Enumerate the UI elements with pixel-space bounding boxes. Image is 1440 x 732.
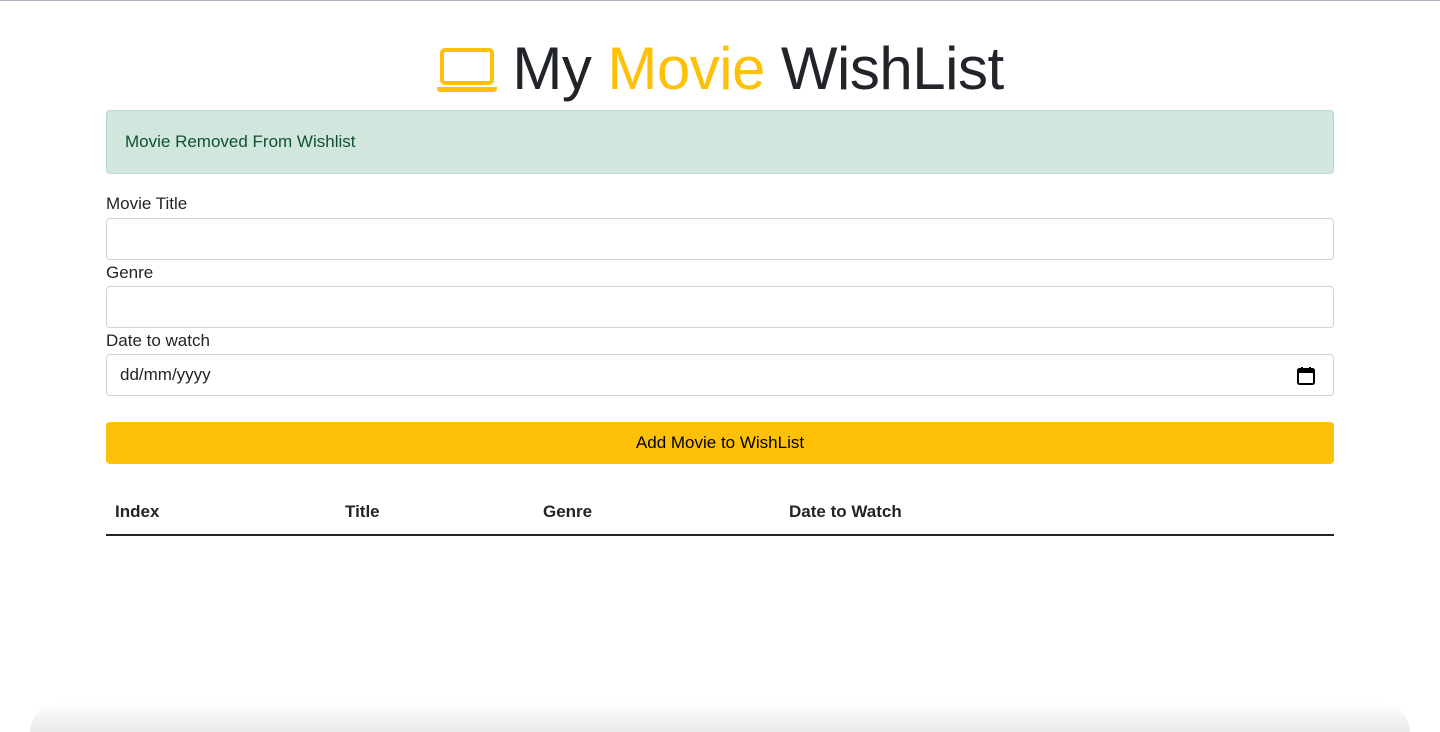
window-top-border: [0, 0, 1440, 1]
page-title: My Movie WishList: [106, 28, 1334, 108]
title-word-my: My: [512, 34, 592, 102]
column-header-date: Date to Watch: [789, 502, 902, 521]
success-alert: Movie Removed From Wishlist: [106, 110, 1334, 174]
column-header-genre: Genre: [543, 502, 593, 521]
genre-input[interactable]: [106, 286, 1334, 328]
date-input[interactable]: dd/mm/yyyy: [106, 354, 1334, 396]
window-bottom-shadow: [30, 702, 1410, 732]
date-placeholder: dd/mm/yyyy: [120, 365, 211, 384]
add-movie-button[interactable]: Add Movie to WishList: [106, 422, 1334, 464]
calendar-icon[interactable]: [1296, 366, 1316, 386]
column-header-index: Index: [115, 502, 160, 521]
movie-title-input[interactable]: [106, 218, 1334, 260]
movie-table: Index Title Genre Date to Watch: [106, 490, 1334, 536]
genre-label: Genre: [106, 263, 154, 282]
title-word-movie: Movie: [607, 34, 765, 102]
title-word-wishlist: WishList: [780, 34, 1004, 102]
date-label: Date to watch: [106, 331, 210, 350]
movie-title-label: Movie Title: [106, 194, 188, 213]
column-header-title: Title: [345, 502, 380, 521]
laptop-icon: [437, 48, 498, 92]
alert-message: Movie Removed From Wishlist: [125, 132, 356, 151]
